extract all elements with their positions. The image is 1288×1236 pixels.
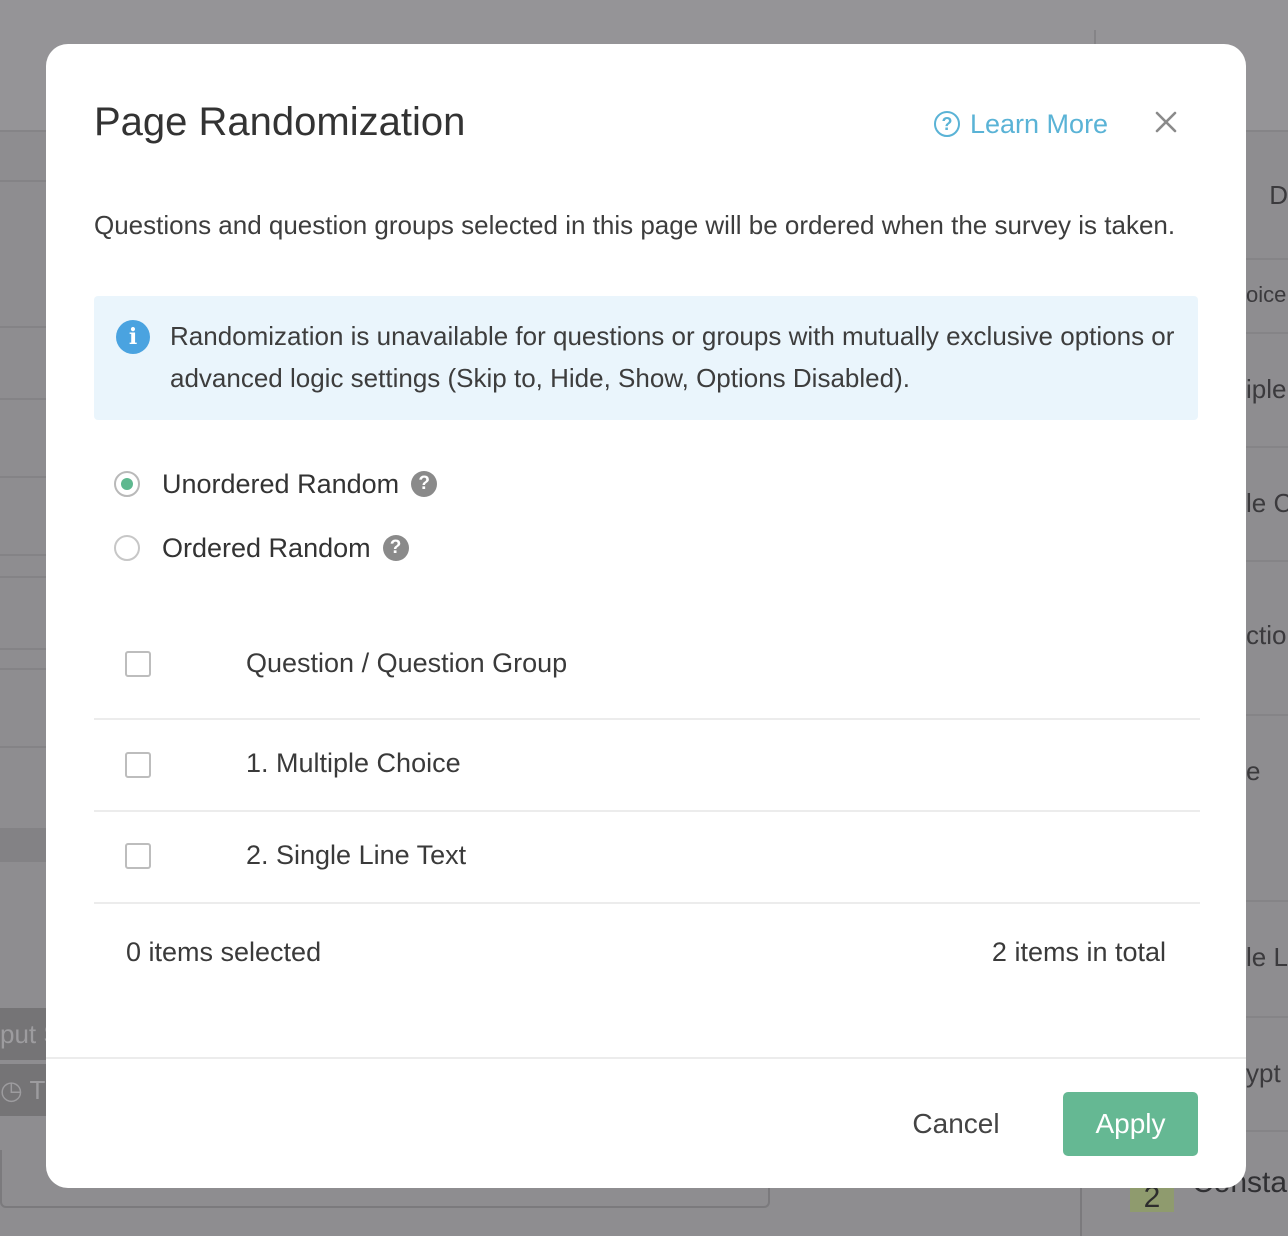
background-text: le C	[1246, 488, 1288, 518]
table-header-row: Question / Question Group	[94, 618, 1200, 720]
background-text: ctio	[1246, 620, 1287, 650]
dialog-title: Page Randomization	[94, 100, 466, 144]
background-text: oice	[1246, 282, 1287, 307]
radio-button-selected[interactable]	[114, 471, 140, 497]
background-chip: ◷ Ti	[0, 1064, 46, 1116]
table-row: 2. Single Line Text	[94, 812, 1200, 904]
close-button[interactable]	[1152, 108, 1180, 136]
background-text: iple	[1246, 374, 1287, 404]
page-randomization-dialog: Page Randomization ? Learn More Question…	[46, 44, 1246, 1188]
selected-count: 0 items selected	[126, 937, 322, 967]
learn-more-label: Learn More	[970, 108, 1109, 139]
select-all-checkbox[interactable]	[125, 651, 151, 677]
question-icon[interactable]: ?	[382, 535, 409, 561]
option-ordered-random[interactable]: Ordered Random ?	[114, 528, 409, 568]
background-text: ypt	[1246, 1058, 1281, 1088]
total-count: 2 items in total	[991, 937, 1166, 967]
radio-button[interactable]	[114, 535, 140, 561]
notice-text: Randomization is unavailable for questio…	[170, 321, 1175, 393]
footer-divider	[46, 1057, 1246, 1059]
row-label: 1. Multiple Choice	[246, 748, 461, 778]
question-icon[interactable]: ?	[411, 471, 438, 497]
row-label: 2. Single Line Text	[246, 840, 467, 870]
option-label: Unordered Random	[162, 468, 400, 499]
column-header: Question / Question Group	[246, 648, 568, 678]
row-checkbox[interactable]	[125, 843, 151, 869]
cancel-button[interactable]: Cancel	[894, 1092, 1018, 1156]
help-circle-icon: ?	[934, 111, 960, 137]
learn-more-link[interactable]: ? Learn More	[934, 106, 1108, 142]
apply-button[interactable]: Apply	[1063, 1092, 1198, 1156]
background-text: le L	[1246, 942, 1288, 972]
background-left-band	[0, 828, 46, 862]
info-notice: i Randomization is unavailable for quest…	[94, 296, 1198, 420]
option-label: Ordered Random	[162, 532, 371, 563]
table-row: 1. Multiple Choice	[94, 720, 1200, 812]
dialog-description: Questions and question groups selected i…	[94, 210, 1176, 240]
option-unordered-random[interactable]: Unordered Random ?	[114, 464, 438, 504]
background-chip: put S	[0, 1008, 46, 1060]
info-icon: i	[116, 320, 150, 354]
close-icon	[1155, 111, 1177, 133]
row-checkbox[interactable]	[125, 752, 151, 778]
background-text: e	[1246, 756, 1261, 786]
background-text: D	[1269, 180, 1288, 210]
